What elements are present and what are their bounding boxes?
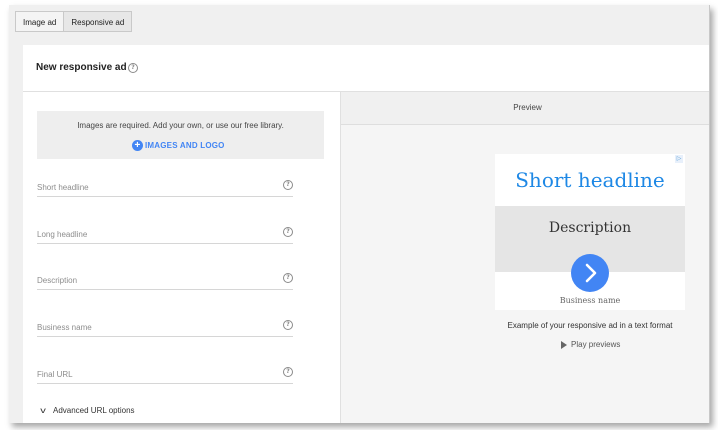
short-headline-label: Short headline <box>37 183 89 192</box>
ad-headline: Short headline <box>515 168 665 192</box>
ad-description: Description <box>548 220 632 236</box>
advanced-url-options-label: Advanced URL options <box>53 406 135 415</box>
description-label: Description <box>37 276 78 285</box>
preview-title: Preview <box>341 92 709 125</box>
plus-icon: + <box>132 139 143 151</box>
business-name-label: Business name <box>37 323 92 332</box>
tab-responsive-ad[interactable]: Responsive ad <box>64 11 133 32</box>
preview-panel: Preview ▷ Short headline Description Bus… <box>340 92 709 423</box>
long-headline-label: Long headline <box>37 230 88 239</box>
ad-business-name: Business name <box>559 296 621 305</box>
play-previews-label: Play previews <box>571 340 621 349</box>
ad-preview: ▷ Short headline Description Business na… <box>495 154 685 310</box>
help-icon[interactable]: ? <box>283 180 293 190</box>
help-icon[interactable]: ? <box>283 273 293 283</box>
final-url-label: Final URL <box>37 370 73 379</box>
images-and-logo-button[interactable]: + IMAGES AND LOGO <box>132 139 225 151</box>
play-previews-button[interactable]: Play previews <box>561 340 620 349</box>
images-and-logo-label: IMAGES AND LOGO <box>145 140 225 150</box>
ad-choices-icon[interactable]: ▷ <box>675 155 683 163</box>
window-frame: Image ad Responsive ad New responsive ad… <box>9 5 710 423</box>
ad-type-tabs: Image ad Responsive ad <box>15 11 133 33</box>
description-field[interactable]: Description ? <box>37 267 293 290</box>
final-url-field[interactable]: Final URL ? <box>37 361 293 384</box>
images-required-message: Images are required. Add your own, or us… <box>77 121 284 130</box>
help-icon[interactable]: ? <box>283 227 293 237</box>
tab-image-ad[interactable]: Image ad <box>15 11 65 32</box>
advanced-url-options-toggle[interactable]: v Advanced URL options <box>40 406 135 415</box>
images-panel: Images are required. Add your own, or us… <box>37 111 324 159</box>
play-icon <box>561 340 567 349</box>
page-title: New responsive ad <box>36 62 127 73</box>
short-headline-field[interactable]: Short headline ? <box>37 174 293 197</box>
help-icon[interactable]: ? <box>128 63 138 73</box>
help-icon[interactable]: ? <box>283 367 293 377</box>
help-icon[interactable]: ? <box>283 320 293 330</box>
ad-form: Images are required. Add your own, or us… <box>23 92 340 423</box>
long-headline-field[interactable]: Long headline ? <box>37 221 293 244</box>
chevron-right-icon[interactable] <box>571 254 609 292</box>
chevron-down-icon: v <box>40 406 46 415</box>
business-name-field[interactable]: Business name ? <box>37 314 293 337</box>
preview-caption: Example of your responsive ad in a text … <box>507 321 673 330</box>
card-header: New responsive ad ? <box>23 45 709 92</box>
responsive-ad-card: New responsive ad ? Images are required.… <box>23 45 709 423</box>
